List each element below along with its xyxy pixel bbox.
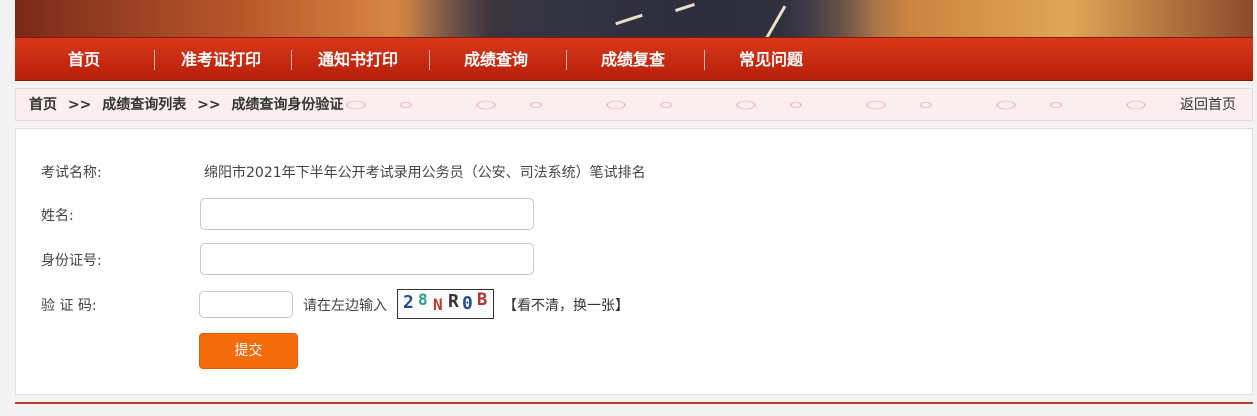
breadcrumb: 首页 >> 成绩查询列表 >> 成绩查询身份验证 [29, 89, 343, 122]
captcha-char: 8 [418, 290, 428, 309]
exam-name-value: 绵阳市2021年下半年公开考试录用公务员（公安、司法系统）笔试排名 [204, 165, 646, 181]
verification-form: 考试名称: 绵阳市2021年下半年公开考试录用公务员（公安、司法系统）笔试排名 … [15, 128, 1253, 395]
captcha-input[interactable] [199, 291, 293, 318]
nav-divider [566, 50, 567, 70]
nav-divider [704, 50, 705, 70]
name-label: 姓名: [41, 208, 74, 224]
captcha-refresh-link[interactable]: 【看不清，换一张】 [503, 295, 629, 315]
exam-name-label: 考试名称: [41, 165, 102, 181]
breadcrumb-list-link[interactable]: 成绩查询列表 [102, 97, 186, 113]
nav-item-notice-print[interactable]: 通知书打印 [299, 38, 417, 82]
breadcrumb-bar: 首页 >> 成绩查询列表 >> 成绩查询身份验证 返回首页 [15, 88, 1253, 121]
id-number-label: 身份证号: [41, 253, 102, 269]
main-nav: 首页 准考证打印 通知书打印 成绩查询 成绩复查 常见问题 [15, 37, 1253, 81]
nav-item-faq[interactable]: 常见问题 [714, 38, 828, 82]
header-banner-image [15, 0, 1253, 37]
name-input[interactable] [200, 198, 534, 230]
nav-divider [291, 50, 292, 70]
nav-divider [154, 50, 155, 70]
captcha-char: 2 [403, 292, 414, 313]
breadcrumb-home-link[interactable]: 首页 [29, 97, 57, 113]
breadcrumb-current: 成绩查询身份验证 [231, 97, 344, 113]
back-home-link[interactable]: 返回首页 [1180, 89, 1236, 122]
captcha-label: 验 证 码: [41, 298, 97, 314]
nav-item-score-query[interactable]: 成绩查询 [439, 38, 553, 82]
breadcrumb-separator: >> [67, 97, 92, 113]
captcha-char: 0 [462, 293, 473, 314]
submit-button[interactable]: 提交 [199, 333, 298, 369]
footer-divider [15, 402, 1253, 404]
page: 首页 准考证打印 通知书打印 成绩查询 成绩复查 常见问题 首页 >> 成绩查询… [0, 0, 1257, 416]
nav-item-admission-ticket[interactable]: 准考证打印 [162, 38, 280, 82]
captcha-image[interactable]: 2 8 N R 0 B [397, 289, 494, 319]
nav-item-home[interactable]: 首页 [37, 38, 131, 82]
decorative-pattern [336, 96, 1166, 114]
captcha-hint: 请在左边输入 [303, 298, 387, 314]
captcha-char: N [433, 295, 443, 314]
breadcrumb-separator: >> [197, 97, 221, 113]
id-number-input[interactable] [200, 243, 534, 275]
nav-divider [429, 50, 430, 70]
nav-item-score-review[interactable]: 成绩复查 [576, 38, 690, 82]
captcha-char: R [448, 291, 459, 312]
captcha-char: B [477, 290, 488, 310]
